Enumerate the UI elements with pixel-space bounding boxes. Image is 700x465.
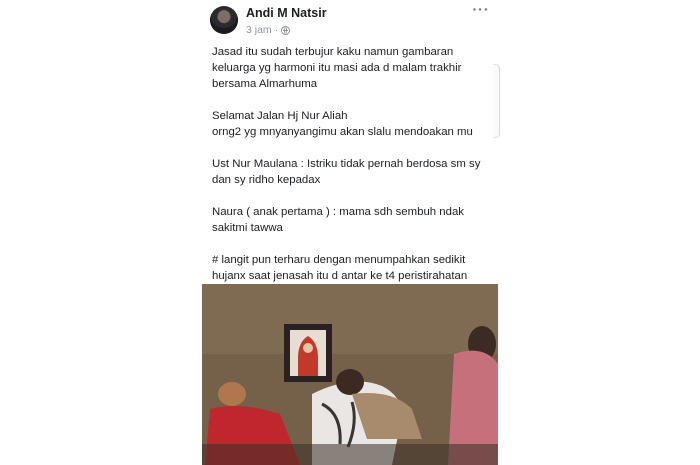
more-options-icon[interactable]: ···: [472, 2, 490, 18]
author-avatar[interactable]: [210, 6, 238, 34]
card-scroll-edge: [493, 64, 500, 138]
facebook-post-card: Andi M Natsir 3 jam · ··· Jasad itu suda…: [200, 0, 500, 465]
post-text: Jasad itu sudah terbujur kaku namun gamb…: [212, 44, 494, 316]
post-photo-illustration: [202, 284, 498, 465]
post-paragraph-2: Selamat Jalan Hj Nur Aliah orng2 yg mnya…: [212, 110, 473, 138]
post-paragraph-4: Naura ( anak pertama ) : mama sdh sembuh…: [212, 206, 464, 234]
meta-separator: ·: [274, 24, 279, 36]
post-paragraph-3: Ust Nur Maulana : Istriku tidak pernah b…: [212, 158, 481, 186]
globe-icon: [281, 25, 291, 35]
post-paragraph-1: Jasad itu sudah terbujur kaku namun gamb…: [212, 46, 462, 90]
post-meta: 3 jam ·: [246, 24, 291, 36]
post-timestamp[interactable]: 3 jam: [246, 24, 272, 36]
post-photo[interactable]: [202, 284, 498, 465]
author-name[interactable]: Andi M Natsir: [246, 6, 327, 20]
